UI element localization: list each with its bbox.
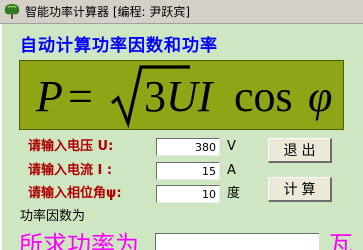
formula-equals: = (68, 72, 93, 121)
phase-angle-input[interactable] (156, 185, 220, 203)
tree-icon (4, 4, 20, 19)
current-input[interactable] (156, 162, 220, 180)
voltage-input[interactable] (156, 138, 220, 156)
window-title: 智能功率计算器 [编程: 尹跃宾] (25, 5, 191, 19)
formula-func: cos (234, 72, 293, 121)
formula-vars: UI (166, 72, 215, 121)
formula-display: P = 3 UI cos φ (19, 60, 344, 130)
voltage-unit: V (227, 139, 236, 154)
current-unit: A (227, 163, 236, 178)
power-result-field[interactable] (155, 233, 319, 250)
phase-angle-unit: 度 (227, 186, 241, 201)
exit-button[interactable]: 退出 (268, 138, 332, 163)
power-result-label: 所求功率为 (19, 231, 139, 250)
formula-lhs: P (35, 72, 63, 121)
power-unit: 瓦 (329, 231, 353, 250)
formula-phi: φ (308, 72, 332, 121)
formula-radicand: 3 (144, 72, 166, 121)
voltage-label: 请输入电压 U: (28, 139, 114, 154)
current-label: 请输入电流 I : (28, 163, 113, 178)
title-bar: 智能功率计算器 [编程: 尹跃宾] (0, 0, 363, 24)
page-heading: 自动计算功率因数和功率 (20, 36, 218, 56)
power-factor-label: 功率因数为 (20, 209, 86, 224)
calculate-button[interactable]: 计算 (268, 177, 332, 202)
phase-angle-label: 请输入相位角ψ: (28, 186, 122, 201)
power-result-row: 所求功率为 瓦 (19, 229, 363, 250)
